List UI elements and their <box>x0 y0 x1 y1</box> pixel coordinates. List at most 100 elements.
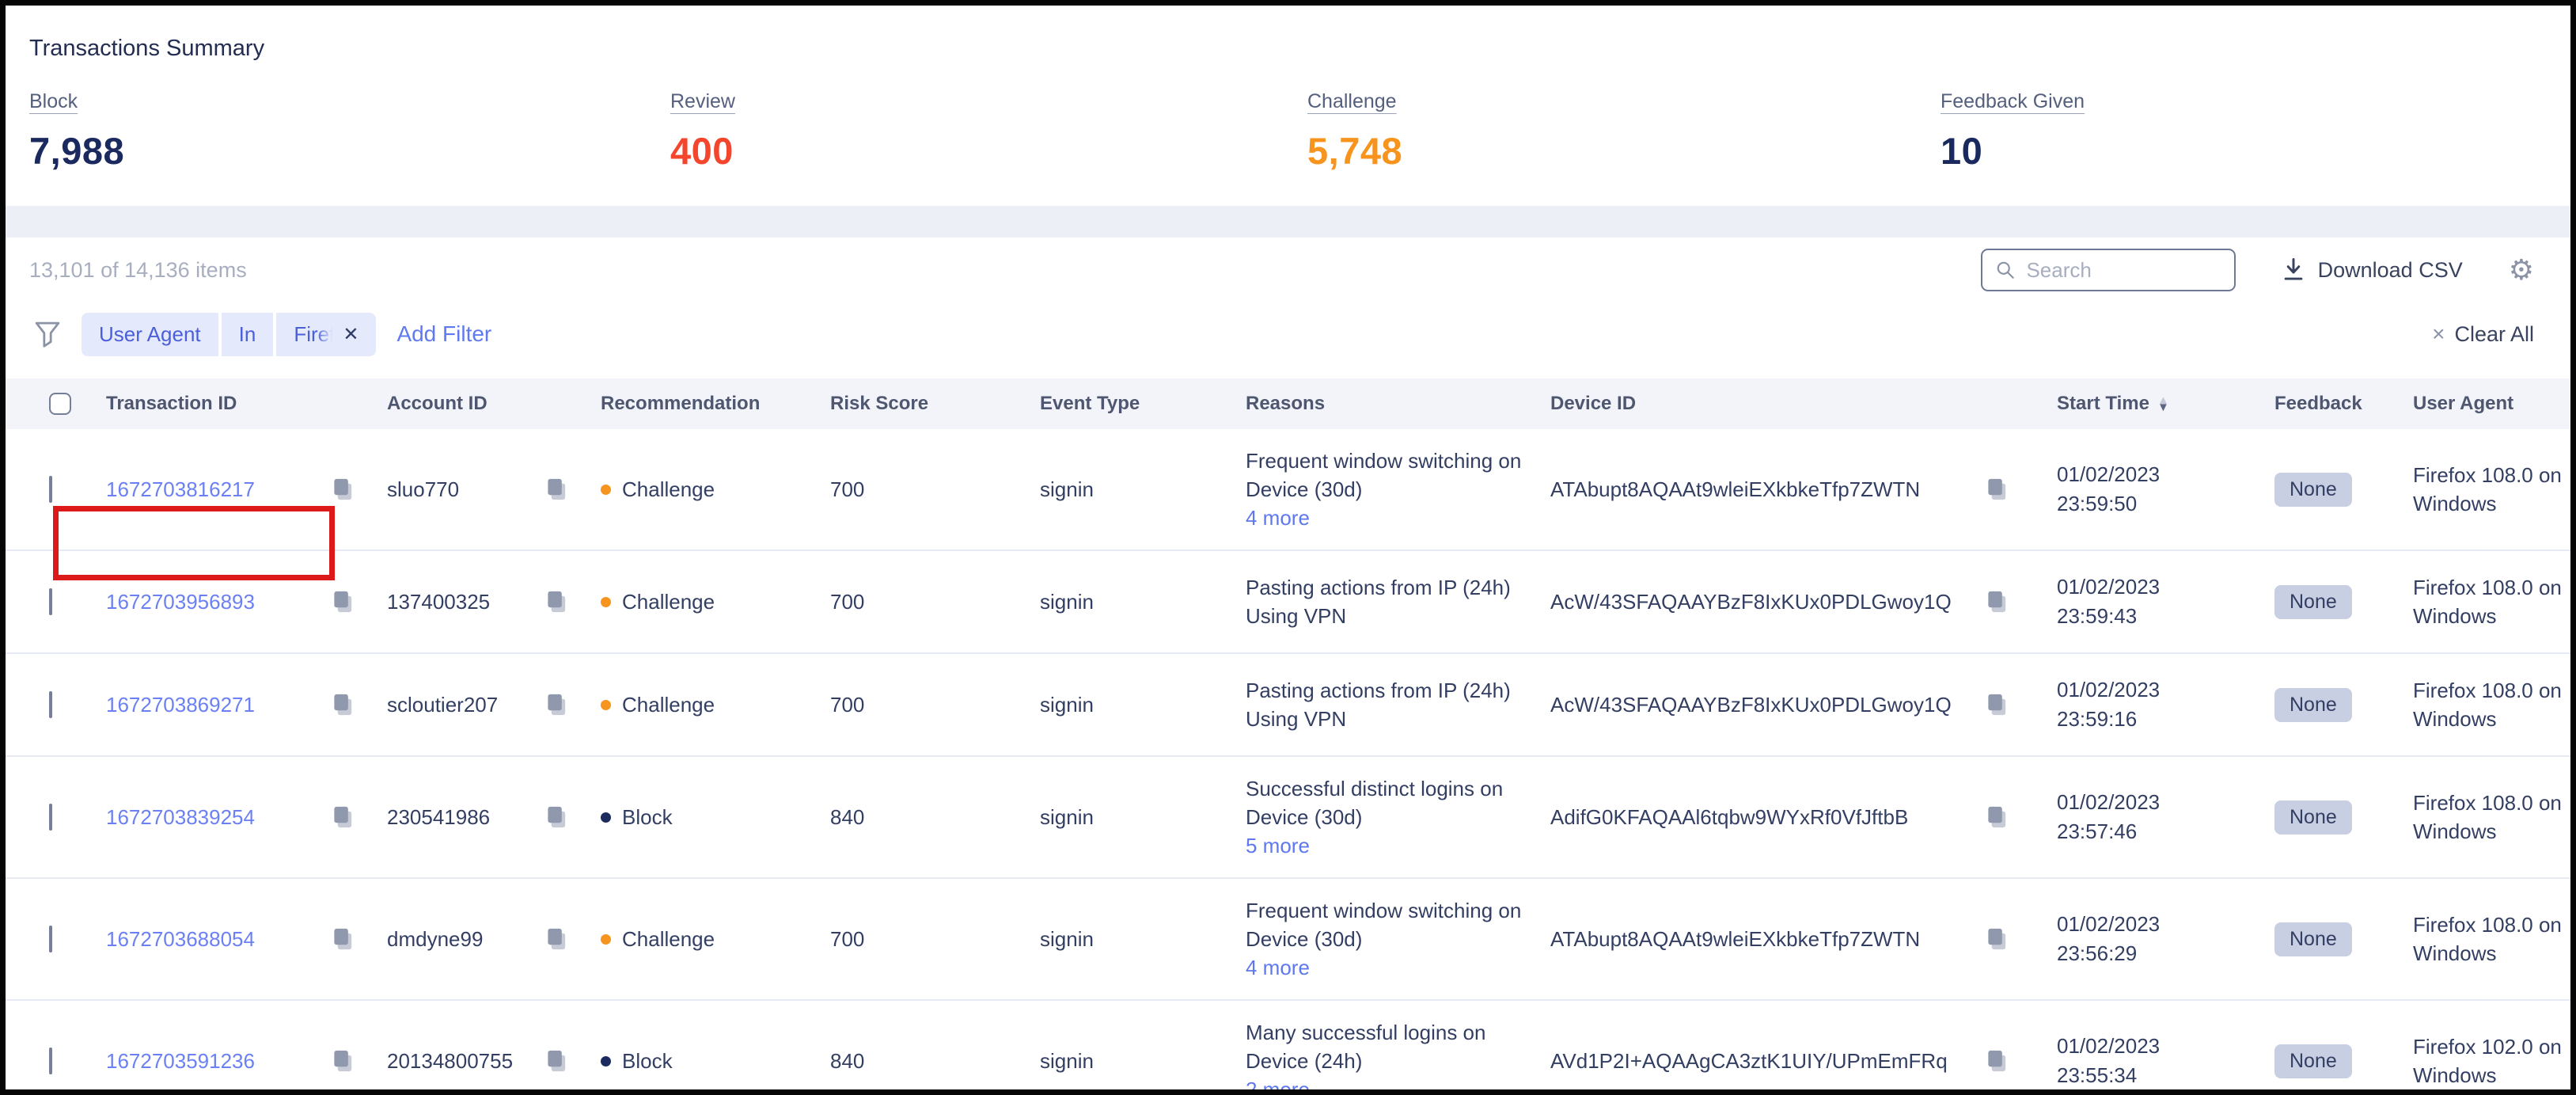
reasons-cell: Frequent window switching on Device (30d… <box>1236 896 1541 982</box>
page-title: Transactions Summary <box>29 36 2547 62</box>
transaction-id-cell: 1672703869271 <box>97 692 377 717</box>
row-checkbox[interactable] <box>49 476 52 503</box>
col-transaction-id[interactable]: Transaction ID <box>97 393 377 415</box>
recommendation-dot <box>601 485 611 495</box>
gear-icon[interactable]: ⚙ <box>2509 256 2534 284</box>
section-divider <box>6 206 2570 238</box>
copy-icon[interactable] <box>1986 589 2009 614</box>
col-start-time[interactable]: Start Time ▲▼ <box>2047 393 2265 415</box>
copy-icon[interactable] <box>545 1048 569 1074</box>
table-row: 1672703956893 137400325 Challenge <box>6 551 2570 654</box>
row-checkbox[interactable] <box>49 588 52 615</box>
search-input[interactable] <box>2026 258 2221 283</box>
metric-review: Review 400 <box>670 90 1307 173</box>
recommendation-text: Block <box>622 1049 673 1074</box>
metric-feedback-given-label[interactable]: Feedback Given <box>1941 90 2085 113</box>
more-reasons-link[interactable]: 4 more <box>1246 504 1541 532</box>
col-account-id[interactable]: Account ID <box>377 393 591 415</box>
row-checkbox[interactable] <box>49 926 52 952</box>
copy-icon[interactable] <box>1986 926 2009 952</box>
metric-challenge-value: 5,748 <box>1307 129 1941 173</box>
feedback-badge: None <box>2274 473 2352 507</box>
copy-icon[interactable] <box>1986 477 2009 502</box>
row-select-cell <box>6 590 97 614</box>
search-icon <box>1995 258 2016 282</box>
reasons-cell: Many successful logins on Device (24h)2 … <box>1236 1018 1541 1095</box>
account-id-text: 230541986 <box>387 805 490 830</box>
event-type-cell: signin <box>1030 805 1236 830</box>
account-id-cell: dmdyne99 <box>377 926 591 952</box>
start-time-cell: 01/02/2023 23:59:16 <box>2047 675 2265 734</box>
start-time-cell: 01/02/2023 23:57:46 <box>2047 788 2265 846</box>
transaction-id-link[interactable]: 1672703591236 <box>106 1049 255 1074</box>
col-event-type[interactable]: Event Type <box>1030 393 1236 415</box>
filter-chip-operator[interactable]: In <box>222 313 274 356</box>
col-risk-score[interactable]: Risk Score <box>821 393 1030 415</box>
copy-icon[interactable] <box>332 1048 355 1074</box>
sort-icon[interactable]: ▲▼ <box>2157 397 2169 411</box>
filter-chip-close-icon[interactable]: ✕ <box>343 323 359 346</box>
copy-icon[interactable] <box>332 692 355 717</box>
row-select-cell <box>6 927 97 952</box>
risk-score-cell: 700 <box>821 693 1030 717</box>
copy-icon[interactable] <box>545 589 569 614</box>
col-feedback[interactable]: Feedback <box>2265 393 2403 415</box>
clear-all-button[interactable]: × Clear All <box>2432 321 2534 347</box>
transaction-id-link[interactable]: 1672703956893 <box>106 590 255 614</box>
copy-icon[interactable] <box>332 477 355 502</box>
metric-block-label[interactable]: Block <box>29 90 78 113</box>
feedback-badge: None <box>2274 922 2352 956</box>
filter-chip[interactable]: User Agent In Firef ✕ <box>82 313 376 356</box>
feedback-badge: None <box>2274 688 2352 722</box>
row-checkbox[interactable] <box>49 1047 52 1074</box>
device-id-text: ATAbupt8AQAAt9wleiEXkbkeTfp7ZWTN <box>1550 477 1920 502</box>
account-id-text: 20134800755 <box>387 1049 513 1074</box>
add-filter-button[interactable]: Add Filter <box>396 321 491 347</box>
copy-icon[interactable] <box>332 804 355 830</box>
copy-icon[interactable] <box>545 477 569 502</box>
user-agent-cell: Firefox 108.0 on Windows <box>2403 789 2570 846</box>
account-id-text: scloutier207 <box>387 693 498 717</box>
row-checkbox[interactable] <box>49 691 52 718</box>
account-id-cell: 137400325 <box>377 589 591 614</box>
search-box[interactable] <box>1981 249 2236 291</box>
metric-review-label[interactable]: Review <box>670 90 735 113</box>
funnel-icon[interactable] <box>34 320 61 348</box>
copy-icon[interactable] <box>545 804 569 830</box>
filter-chip-field[interactable]: User Agent <box>82 313 218 356</box>
transaction-id-link[interactable]: 1672703688054 <box>106 927 255 952</box>
summary-metrics: Block 7,988 Review 400 Challenge 5,748 F… <box>29 90 2547 173</box>
metric-challenge-label[interactable]: Challenge <box>1307 90 1397 113</box>
reason-text: Many successful logins on Device (24h) <box>1246 1018 1541 1075</box>
transaction-id-link[interactable]: 1672703816217 <box>106 477 255 502</box>
copy-icon[interactable] <box>332 589 355 614</box>
col-device-id[interactable]: Device ID <box>1541 393 2047 415</box>
copy-icon[interactable] <box>1986 804 2009 830</box>
account-id-cell: scloutier207 <box>377 692 591 717</box>
copy-icon[interactable] <box>332 926 355 952</box>
user-agent-cell: Firefox 108.0 on Windows <box>2403 911 2570 968</box>
device-id-cell: ATAbupt8AQAAt9wleiEXkbkeTfp7ZWTN <box>1541 926 2047 952</box>
filter-chip-value-text: Firef <box>294 322 335 347</box>
more-reasons-link[interactable]: 4 more <box>1246 953 1541 982</box>
reasons-cell: Pasting actions from IP (24h)Using VPN <box>1236 573 1541 630</box>
transaction-id-link[interactable]: 1672703869271 <box>106 693 255 717</box>
col-user-agent[interactable]: User Agent <box>2403 393 2570 415</box>
risk-score-cell: 700 <box>821 927 1030 952</box>
copy-icon[interactable] <box>1986 692 2009 717</box>
row-checkbox[interactable] <box>49 804 52 831</box>
col-recommendation[interactable]: Recommendation <box>591 393 821 415</box>
select-all-checkbox[interactable] <box>49 393 71 415</box>
filter-chip-value[interactable]: Firef ✕ <box>276 313 376 356</box>
feedback-cell: None <box>2265 922 2403 956</box>
col-reasons[interactable]: Reasons <box>1236 393 1541 415</box>
download-csv-button[interactable]: Download CSV <box>2282 257 2463 283</box>
copy-icon[interactable] <box>1986 1048 2009 1074</box>
copy-icon[interactable] <box>545 692 569 717</box>
transaction-id-link[interactable]: 1672703839254 <box>106 805 255 830</box>
copy-icon[interactable] <box>545 926 569 952</box>
more-reasons-link[interactable]: 5 more <box>1246 831 1541 860</box>
start-date-text: 01/02/2023 <box>2057 1032 2265 1061</box>
more-reasons-link[interactable]: 2 more <box>1246 1075 1541 1095</box>
table-row: 1672703688054 dmdyne99 Challenge <box>6 879 2570 1001</box>
